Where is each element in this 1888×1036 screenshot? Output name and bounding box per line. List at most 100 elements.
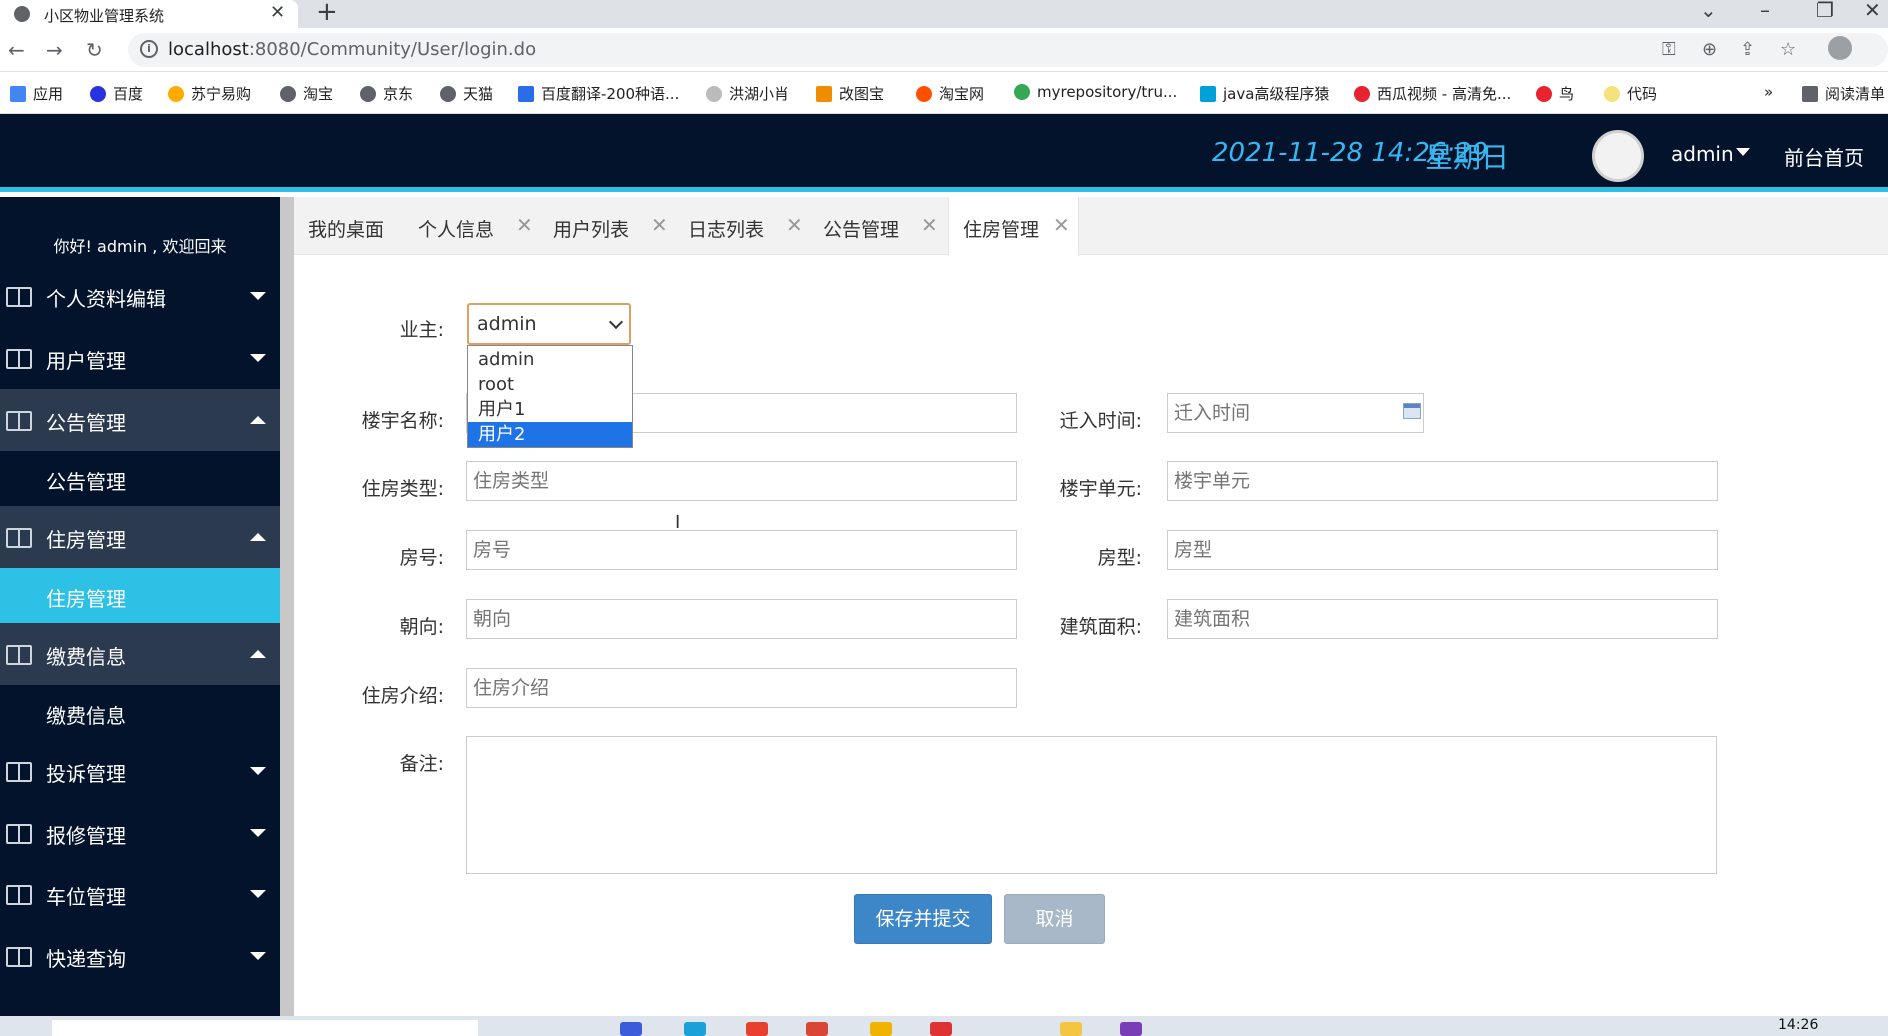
move-in-time-label: 迁入时间:	[1059, 410, 1142, 432]
folder-icon[interactable]	[870, 1022, 892, 1036]
front-page-link[interactable]: 前台首页	[1784, 142, 1864, 171]
remark-textarea[interactable]	[466, 736, 1717, 874]
chrome-icon[interactable]	[746, 1022, 768, 1036]
app-icon[interactable]	[930, 1022, 952, 1036]
sidebar-item-profile-edit[interactable]: 个人资料编辑	[0, 265, 280, 327]
site-info-icon[interactable]: i	[140, 40, 158, 58]
minimize-icon[interactable]: –	[1760, 0, 1770, 22]
url-text[interactable]: localhost:8080/Community/User/login.do	[168, 39, 536, 60]
close-icon[interactable]: ✕	[1053, 213, 1070, 237]
app-icon[interactable]	[1120, 1022, 1142, 1036]
new-tab-button[interactable]: +	[316, 0, 338, 27]
bookmark-bird[interactable]: 鸟	[1536, 83, 1574, 104]
bookmark-star-icon[interactable]: ☆	[1780, 39, 1796, 60]
bookmark-gaitubao[interactable]: 改图宝	[816, 83, 884, 104]
sidebar-item-complaint-management[interactable]: 投诉管理	[0, 740, 280, 802]
owner-option-highlighted[interactable]: 用户2	[468, 422, 632, 447]
share-icon[interactable]: ⇪	[1740, 39, 1755, 60]
cancel-button[interactable]: 取消	[1004, 894, 1105, 944]
tab-user-list[interactable]: 用户列表 ✕	[539, 197, 674, 255]
back-icon[interactable]: ←	[8, 38, 25, 62]
sidebar-subitem-label: 住房管理	[46, 587, 126, 611]
sidebar-item-user-management[interactable]: 用户管理	[0, 327, 280, 389]
owner-option[interactable]: root	[468, 372, 632, 397]
owner-select[interactable]: admin	[467, 303, 631, 345]
sidebar-item-payment-info[interactable]: 缴费信息	[0, 623, 280, 685]
building-unit-field[interactable]	[1167, 461, 1718, 501]
xigua-icon	[1354, 86, 1370, 102]
tab-personal-info[interactable]: 个人信息 ✕	[404, 197, 539, 255]
orientation-field[interactable]	[466, 599, 1017, 639]
reading-list-icon	[1802, 86, 1818, 102]
bookmark-code[interactable]: 代码	[1604, 83, 1657, 104]
bookmark-xigua[interactable]: 西瓜视频 - 高清免...	[1354, 83, 1511, 104]
app-icon[interactable]	[684, 1022, 706, 1036]
close-tab-icon[interactable]: ✕	[270, 2, 285, 23]
house-type-label: 住房类型:	[361, 478, 444, 500]
room-number-label: 房号:	[399, 547, 444, 569]
close-icon[interactable]: ✕	[651, 213, 668, 237]
tab-log-list[interactable]: 日志列表 ✕	[674, 197, 809, 255]
tab-housing-management[interactable]: 住房管理 ✕	[948, 197, 1079, 256]
taskbar-search-box[interactable]	[52, 1020, 478, 1036]
caret-down-icon	[250, 890, 266, 898]
caret-down-icon[interactable]	[1736, 148, 1750, 156]
tab-my-desktop[interactable]: 我的桌面	[294, 197, 404, 255]
close-icon[interactable]: ✕	[516, 213, 533, 237]
bookmark-java[interactable]: java高级程序猿	[1200, 83, 1329, 104]
owner-option[interactable]: admin	[468, 347, 632, 372]
user-menu[interactable]: admin	[1671, 142, 1734, 166]
close-window-icon[interactable]: ✕	[1864, 0, 1881, 22]
chrome-icon	[1014, 84, 1030, 100]
reload-icon[interactable]: ↻	[86, 38, 103, 62]
close-icon[interactable]: ✕	[786, 213, 803, 237]
tab-notice-management[interactable]: 公告管理 ✕	[809, 197, 944, 255]
room-number-field[interactable]	[466, 530, 1017, 570]
bookmark-tmall[interactable]: 天猫	[440, 83, 493, 104]
sidebar-item-housing-management[interactable]: 住房管理	[0, 506, 280, 568]
app-icon[interactable]	[620, 1022, 642, 1036]
calendar-icon[interactable]	[1403, 403, 1421, 419]
url-bar[interactable]: i localhost:8080/Community/User/login.do…	[128, 33, 1888, 67]
bookmark-baidu-translate[interactable]: 百度翻译-200种语...	[518, 83, 679, 104]
bookmark-jd[interactable]: 京东	[360, 83, 413, 104]
move-in-time-field[interactable]	[1167, 393, 1424, 433]
user-avatar[interactable]	[1592, 130, 1644, 182]
sidebar-item-notice-management[interactable]: 公告管理	[0, 389, 280, 451]
owner-option[interactable]: 用户1	[468, 397, 632, 422]
bookmark-honghu[interactable]: 洪湖小肖	[706, 83, 789, 104]
forward-icon[interactable]: →	[46, 38, 63, 62]
house-type-field[interactable]	[466, 461, 1017, 501]
building-area-field[interactable]	[1167, 599, 1718, 639]
tab-search-icon[interactable]: ⌄	[1700, 0, 1717, 22]
sidebar-item-parking-management[interactable]: 车位管理	[0, 863, 280, 925]
reading-list[interactable]: 阅读清单	[1802, 83, 1885, 104]
bookmark-apps[interactable]: 应用	[10, 83, 63, 104]
bookmarks-more-button[interactable]: »	[1764, 83, 1773, 101]
house-intro-field[interactable]	[466, 668, 1017, 708]
app-icon[interactable]	[1060, 1022, 1082, 1036]
restore-icon[interactable]: ❐	[1816, 0, 1834, 22]
profile-avatar-icon[interactable]	[1828, 36, 1852, 60]
key-icon[interactable]: ⚿	[1662, 39, 1676, 60]
bookmark-baidu[interactable]: 百度	[90, 83, 143, 104]
translate-icon	[518, 86, 534, 102]
sidebar-subitem-notice-management[interactable]: 公告管理	[0, 451, 280, 506]
bookmark-suning[interactable]: 苏宁易购	[168, 83, 251, 104]
bookmark-myrepository[interactable]: myrepository/tru...	[1014, 83, 1177, 101]
close-icon[interactable]: ✕	[921, 213, 938, 237]
room-layout-label: 房型:	[1097, 547, 1142, 569]
sidebar-item-repair-management[interactable]: 报修管理	[0, 802, 280, 864]
sidebar-subitem-payment-info[interactable]: 缴费信息	[0, 685, 280, 740]
bookmark-taobao-net[interactable]: 淘宝网	[916, 83, 984, 104]
room-layout-field[interactable]	[1167, 530, 1718, 570]
save-submit-button[interactable]: 保存并提交	[854, 894, 992, 944]
sidebar-item-express-query[interactable]: 快递查询	[0, 925, 280, 987]
bookmark-taobao[interactable]: 淘宝	[280, 83, 333, 104]
sidebar-subitem-housing-management[interactable]: 住房管理	[0, 568, 280, 623]
zoom-icon[interactable]: ⊕	[1702, 39, 1717, 60]
globe-icon	[280, 86, 296, 102]
sidebar-scrollbar[interactable]	[280, 197, 294, 1036]
browser-tab[interactable]: 小区物业管理系统 ✕	[0, 0, 298, 28]
app-icon[interactable]	[806, 1022, 828, 1036]
